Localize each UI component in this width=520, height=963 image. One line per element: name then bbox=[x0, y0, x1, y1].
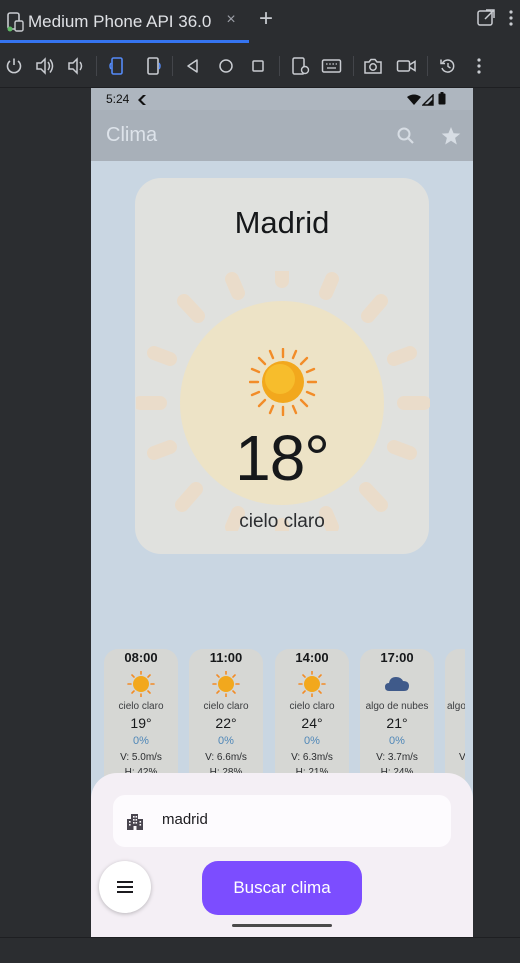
city-input-value[interactable]: madrid bbox=[162, 811, 208, 828]
volume-down-icon[interactable] bbox=[65, 55, 87, 77]
phone-screen: 5:24 Clima Madrid 18° cielo claro 08:00 … bbox=[91, 88, 473, 937]
emulator-toolbar bbox=[0, 44, 520, 88]
app-bar: Clima bbox=[91, 110, 473, 161]
toolbar-separator bbox=[427, 56, 428, 76]
hour-precipitation: 0% bbox=[304, 735, 320, 747]
hour-temperature: 19° bbox=[130, 715, 152, 731]
sun-icon bbox=[127, 671, 155, 697]
hour-wind: V: 3.7m/s bbox=[376, 752, 418, 763]
hour-wind: V: 6.6m/s bbox=[205, 752, 247, 763]
keyboard-icon[interactable] bbox=[321, 55, 343, 77]
more-icon[interactable] bbox=[468, 55, 490, 77]
toolbar-separator bbox=[96, 56, 97, 76]
toolbar-separator bbox=[279, 56, 280, 76]
search-bottom-sheet: madrid Buscar clima bbox=[91, 773, 473, 937]
tab-more-icon[interactable] bbox=[508, 8, 520, 30]
hour-temperature: 24° bbox=[301, 715, 323, 731]
app-title: Clima bbox=[106, 124, 158, 146]
tab-close-icon[interactable]: × bbox=[222, 11, 240, 29]
rotate-left-icon[interactable] bbox=[107, 55, 129, 77]
search-icon[interactable] bbox=[396, 126, 416, 146]
signal-icon bbox=[421, 93, 434, 106]
sun-icon bbox=[249, 348, 317, 416]
hour-time: 08:00 bbox=[124, 650, 158, 665]
screen-record-icon[interactable] bbox=[395, 55, 417, 77]
hour-wind: V: 5.0m/s bbox=[120, 752, 162, 763]
star-icon[interactable] bbox=[440, 125, 462, 147]
hour-condition: cielo claro bbox=[118, 701, 164, 712]
gesture-navigation-bar[interactable] bbox=[232, 924, 332, 927]
app-notification-icon bbox=[136, 93, 148, 105]
sun-icon bbox=[212, 671, 240, 697]
power-icon[interactable] bbox=[3, 55, 25, 77]
extended-controls-icon[interactable] bbox=[289, 55, 311, 77]
tab-title: Medium Phone API 36.0 bbox=[28, 12, 212, 31]
current-temperature: 18° bbox=[235, 422, 330, 494]
hour-wind: V: 6.3m/s bbox=[291, 752, 333, 763]
hour-time: 17:00 bbox=[380, 650, 414, 665]
rotate-right-icon[interactable] bbox=[141, 55, 163, 77]
cloud-icon bbox=[385, 677, 409, 691]
hour-precipitation: 0% bbox=[218, 735, 234, 747]
emulator-bottom-strip bbox=[0, 937, 520, 963]
status-time: 5:24 bbox=[106, 92, 130, 106]
hour-temperature: 21° bbox=[386, 715, 408, 731]
battery-icon bbox=[438, 92, 446, 105]
emulator-tab-bar: Medium Phone API 36.0 × + bbox=[0, 0, 520, 44]
hour-precipitation: 0% bbox=[389, 735, 405, 747]
hour-precipitation: 0% bbox=[133, 735, 149, 747]
sun-icon bbox=[298, 671, 326, 697]
current-condition: cielo claro bbox=[239, 511, 325, 532]
city-input-field[interactable]: madrid bbox=[113, 795, 451, 847]
back-icon[interactable] bbox=[182, 55, 204, 77]
home-icon[interactable] bbox=[215, 55, 237, 77]
hour-wind: V bbox=[459, 752, 465, 763]
overview-icon[interactable] bbox=[247, 55, 269, 77]
toolbar-separator bbox=[172, 56, 173, 76]
snapshot-icon[interactable] bbox=[437, 55, 459, 77]
hour-condition: cielo claro bbox=[289, 701, 335, 712]
search-weather-button[interactable]: Buscar clima bbox=[202, 861, 362, 915]
add-tab-icon[interactable]: + bbox=[256, 7, 276, 31]
wifi-icon bbox=[407, 93, 421, 105]
open-external-icon[interactable] bbox=[476, 8, 496, 28]
hour-time: 11:00 bbox=[209, 650, 243, 665]
hour-temperature: 22° bbox=[215, 715, 237, 731]
volume-up-icon[interactable] bbox=[34, 55, 56, 77]
hour-condition: algo bbox=[447, 701, 465, 712]
device-icon bbox=[6, 12, 24, 32]
toolbar-separator bbox=[353, 56, 354, 76]
hour-time: 14:00 bbox=[295, 650, 329, 665]
menu-icon bbox=[117, 881, 133, 893]
device-tab[interactable]: Medium Phone API 36.0 bbox=[0, 0, 249, 44]
city-name: Madrid bbox=[234, 205, 330, 240]
screenshot-icon[interactable] bbox=[362, 55, 384, 77]
city-icon bbox=[125, 811, 145, 831]
hour-condition: algo de nubes bbox=[365, 701, 429, 712]
status-bar: 5:24 bbox=[91, 88, 473, 110]
active-tab-indicator bbox=[0, 40, 249, 43]
hour-condition: cielo claro bbox=[203, 701, 249, 712]
menu-button[interactable] bbox=[99, 861, 151, 913]
